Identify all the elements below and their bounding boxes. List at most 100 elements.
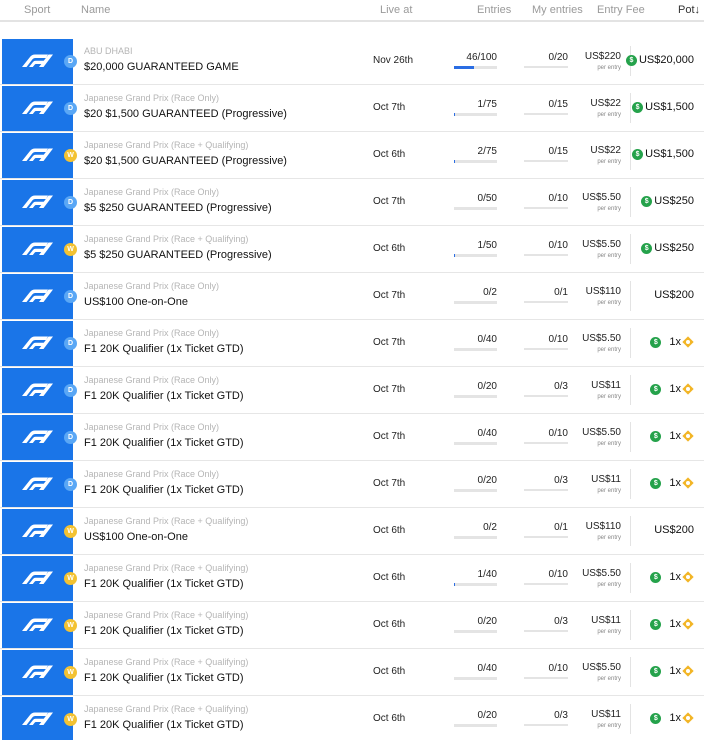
entries-progress-bar [454, 630, 497, 633]
dollar-coin-icon: $ [641, 195, 653, 207]
entry-fee-column-header[interactable]: Entry Fee [597, 4, 645, 16]
contest-title[interactable]: F1 20K Qualifier (1x Ticket GTD) [84, 672, 244, 684]
f1-logo-icon [22, 195, 53, 208]
contest-row[interactable]: D ABU DHABI $20,000 GUARANTEED GAME Nov … [0, 38, 704, 85]
tier-badge: D [64, 55, 77, 68]
column-divider [630, 422, 631, 452]
f1-logo-icon [22, 571, 53, 584]
my-entries-count: 0/10 [548, 663, 568, 674]
dollar-coin-icon: $ [650, 383, 662, 395]
contest-row[interactable]: W Japanese Grand Prix (Race + Qualifying… [0, 602, 704, 649]
contest-row[interactable]: W Japanese Grand Prix (Race + Qualifying… [0, 555, 704, 602]
sport-tile [2, 39, 73, 84]
contest-title[interactable]: $20 $1,500 GUARANTEED (Progressive) [84, 108, 287, 120]
my-entries-progress-bar [524, 207, 568, 209]
contest-title[interactable]: $20 $1,500 GUARANTEED (Progressive) [84, 155, 287, 167]
pot-amount: 1x [669, 618, 681, 630]
contest-title[interactable]: F1 20K Qualifier (1x Ticket GTD) [84, 390, 244, 402]
contest-title[interactable]: F1 20K Qualifier (1x Ticket GTD) [84, 719, 244, 731]
my-entries-count: 0/15 [548, 146, 568, 157]
contest-title[interactable]: F1 20K Qualifier (1x Ticket GTD) [84, 484, 244, 496]
my-entries-count: 0/3 [554, 475, 568, 486]
f1-logo-icon [22, 618, 53, 631]
f1-logo-icon [22, 383, 53, 396]
dollar-coin-icon: $ [632, 148, 644, 160]
tier-badge: D [64, 102, 77, 115]
contest-row[interactable]: D Japanese Grand Prix (Race Only) $5 $25… [0, 179, 704, 226]
my-entries-progress-bar [524, 254, 568, 256]
entries-progress-fill [454, 160, 456, 163]
my-entries-column-header[interactable]: My entries [532, 4, 583, 16]
dollar-coin-icon: $ [650, 665, 662, 677]
sport-tile [2, 227, 73, 272]
tier-badge: D [64, 478, 77, 491]
contest-title[interactable]: $5 $250 GUARANTEED (Progressive) [84, 249, 272, 261]
f1-logo-icon [22, 524, 53, 537]
entries-progress-fill [454, 583, 456, 586]
entry-fee: US$5.50 [582, 333, 621, 344]
pot-amount: 1x [669, 383, 681, 395]
pot-amount: 1x [669, 712, 681, 724]
contest-title[interactable]: US$100 One-on-One [84, 296, 188, 308]
my-entries-progress-bar [524, 348, 568, 350]
contest-row[interactable]: D Japanese Grand Prix (Race Only) F1 20K… [0, 367, 704, 414]
contest-title[interactable]: $5 $250 GUARANTEED (Progressive) [84, 202, 272, 214]
my-entries-progress-bar [524, 489, 568, 491]
name-column-header[interactable]: Name [81, 4, 110, 16]
f1-logo-icon [22, 336, 53, 349]
my-entries-count: 0/3 [554, 381, 568, 392]
entry-fee: US$11 [591, 474, 621, 485]
column-divider [630, 704, 631, 734]
entry-fee: US$5.50 [582, 662, 621, 673]
sport-tile [2, 86, 73, 131]
sport-tile [2, 368, 73, 413]
contest-row[interactable]: W Japanese Grand Prix (Race + Qualifying… [0, 649, 704, 696]
my-entries-count: 0/15 [548, 99, 568, 110]
contest-title[interactable]: US$100 One-on-One [84, 531, 188, 543]
pot-label: Pot [677, 4, 695, 16]
contest-row[interactable]: W Japanese Grand Prix (Race + Qualifying… [0, 132, 704, 179]
contest-row[interactable]: W Japanese Grand Prix (Race + Qualifying… [0, 226, 704, 273]
pot-column-header[interactable]: Pot↓ [678, 4, 700, 16]
sport-tile [2, 650, 73, 695]
contest-row[interactable]: D Japanese Grand Prix (Race Only) $20 $1… [0, 85, 704, 132]
per-entry-label: per entry [597, 488, 621, 494]
tier-badge: D [64, 337, 77, 350]
entries-count: 0/20 [477, 710, 497, 721]
ticket-icon [682, 430, 694, 442]
contest-row[interactable]: D Japanese Grand Prix (Race Only) F1 20K… [0, 320, 704, 367]
dollar-coin-icon: $ [641, 242, 653, 254]
entries-column-header[interactable]: Entries [477, 4, 511, 16]
entries-progress-bar [454, 677, 497, 680]
entries-progress-bar [454, 254, 497, 257]
contest-title[interactable]: $20,000 GUARANTEED GAME [84, 61, 239, 73]
per-entry-label: per entry [597, 159, 621, 165]
entries-progress-fill [454, 113, 455, 116]
pot-amount: US$200 [654, 289, 694, 301]
contest-title[interactable]: F1 20K Qualifier (1x Ticket GTD) [84, 578, 244, 590]
f1-logo-icon [22, 430, 53, 443]
tier-badge: W [64, 713, 77, 726]
entries-progress-fill [454, 66, 474, 69]
contest-title[interactable]: F1 20K Qualifier (1x Ticket GTD) [84, 343, 244, 355]
ticket-icon [682, 665, 694, 677]
per-entry-label: per entry [597, 347, 621, 353]
my-entries-count: 0/3 [554, 616, 568, 627]
column-divider [630, 375, 631, 405]
contest-row[interactable]: D Japanese Grand Prix (Race Only) F1 20K… [0, 414, 704, 461]
contest-title[interactable]: F1 20K Qualifier (1x Ticket GTD) [84, 437, 244, 449]
contest-title[interactable]: F1 20K Qualifier (1x Ticket GTD) [84, 625, 244, 637]
contest-row[interactable]: W Japanese Grand Prix (Race + Qualifying… [0, 696, 704, 740]
contest-row[interactable]: D Japanese Grand Prix (Race Only) F1 20K… [0, 461, 704, 508]
sport-column-header[interactable]: Sport [24, 4, 50, 16]
contest-row[interactable]: W Japanese Grand Prix (Race + Qualifying… [0, 508, 704, 555]
entries-progress-bar [454, 442, 497, 445]
contest-row[interactable]: D Japanese Grand Prix (Race Only) US$100… [0, 273, 704, 320]
dollar-coin-icon: $ [650, 618, 662, 630]
contest-event: Japanese Grand Prix (Race Only) [84, 375, 220, 385]
column-divider [630, 610, 631, 640]
live-at-column-header[interactable]: Live at [380, 4, 412, 16]
entries-count: 0/2 [483, 287, 497, 298]
live-date: Oct 6th [373, 666, 406, 677]
tier-badge: W [64, 619, 77, 632]
